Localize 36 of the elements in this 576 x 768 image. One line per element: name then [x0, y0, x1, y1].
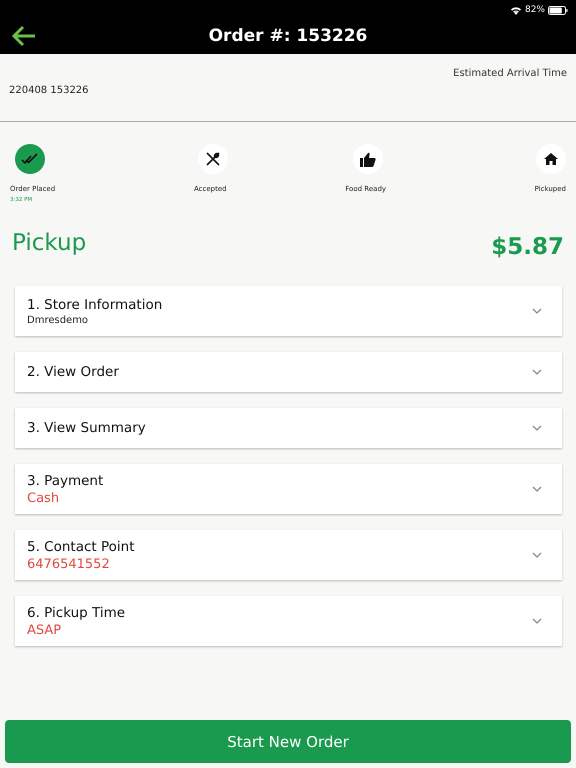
utensils-icon [206, 152, 220, 166]
section-card[interactable]: 3. View Summary [15, 408, 562, 448]
chevron-icon[interactable] [532, 425, 542, 431]
battery-percent: 82% [524, 5, 545, 15]
start-new-order-button[interactable]: Start New Order [5, 720, 571, 763]
section-detail: 6476541552 [27, 556, 111, 572]
order-total: $5.87 [491, 234, 564, 260]
thumbs-up-icon [360, 152, 376, 166]
section-detail: Dmresdemo [27, 314, 90, 326]
section-detail: ASAP [27, 622, 62, 638]
section-card[interactable]: 3. Payment Cash [15, 464, 562, 514]
section-title: 3. Payment [27, 472, 104, 488]
section-detail: Cash [27, 490, 60, 506]
section-title: 6. Pickup Time [27, 604, 126, 620]
section-title: 1. Store Information [27, 296, 162, 312]
double-check-icon [21, 153, 39, 165]
chevron-icon[interactable] [532, 486, 542, 492]
order-type: Pickup [12, 230, 86, 256]
section-card[interactable]: 1. Store Information Dmresdemo [15, 286, 562, 336]
battery-icon [548, 6, 568, 14]
order-code: 220408 153226 [9, 85, 90, 96]
section-card[interactable]: 2. View Order [15, 352, 562, 392]
eta-label: Estimated Arrival Time [453, 68, 567, 79]
section-card[interactable]: 6. Pickup Time ASAP [15, 596, 562, 646]
chevron-icon[interactable] [532, 369, 542, 375]
back-arrow-icon[interactable] [11, 25, 37, 47]
chevron-icon[interactable] [532, 308, 542, 314]
chevron-icon[interactable] [532, 552, 542, 558]
section-title: 3. View Summary [27, 420, 146, 436]
header-title: Order #: 153226 [208, 26, 368, 46]
section-title: 5. Contact Point [27, 538, 135, 554]
section-title: 2. View Order [27, 364, 119, 380]
chevron-icon[interactable] [532, 618, 542, 624]
home-icon [544, 153, 558, 165]
wifi-icon [510, 6, 522, 14]
section-card[interactable]: 5. Contact Point 6476541552 [15, 530, 562, 580]
